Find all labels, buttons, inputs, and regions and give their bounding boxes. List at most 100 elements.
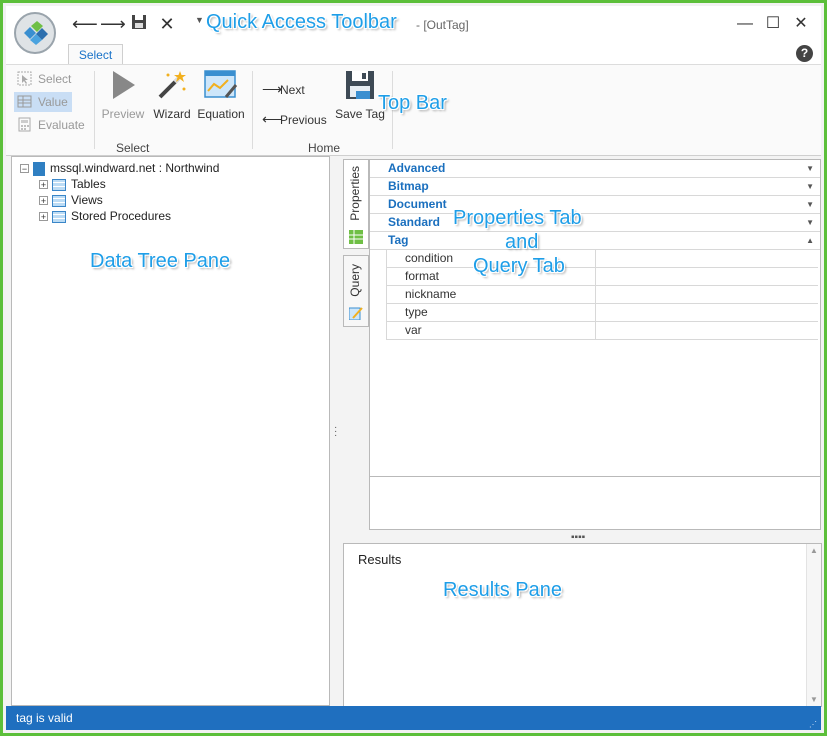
select-button[interactable]: Select (14, 69, 80, 89)
category-label: Bitmap (388, 179, 429, 193)
annotation-results-pane: Results Pane (443, 579, 562, 601)
resize-grip-icon[interactable]: ⋰ (809, 721, 817, 729)
expand-icon[interactable]: + (39, 180, 48, 190)
category-advanced[interactable]: Advanced ▼ (370, 160, 820, 178)
tab-properties-label: Properties (348, 166, 362, 221)
category-standard[interactable]: Standard ▼ (370, 214, 820, 232)
arrow-right-icon: ⟶ (262, 81, 283, 97)
category-label: Advanced (388, 161, 446, 175)
app-window: ⟵ ⟶ ✕ ▼ - [OutTag] — ☐ ✕ Select ? Select (0, 0, 827, 736)
tree-item-label: Views (71, 193, 103, 207)
title-bar: ⟵ ⟶ ✕ ▼ - [OutTag] — ☐ ✕ (6, 6, 821, 42)
save-icon[interactable] (128, 14, 150, 34)
chevron-up-icon[interactable]: ▲ (806, 232, 814, 249)
tree-root-item[interactable]: − mssql.windward.net : Northwind (20, 160, 219, 176)
category-label: Tag (388, 233, 409, 247)
evaluate-button[interactable]: Evaluate (14, 115, 88, 135)
undo-arrow-icon[interactable]: ⟵ (72, 14, 98, 34)
ribbon-group-label-select: Select (116, 141, 150, 155)
vertical-splitter-handle[interactable]: · · · (334, 423, 338, 441)
annotation-data-tree-pane: Data Tree Pane (90, 250, 231, 272)
chevron-down-icon[interactable]: ▼ (806, 196, 814, 213)
arrow-left-icon: ⟵ (262, 111, 283, 127)
category-document[interactable]: Document ▼ (370, 196, 820, 214)
results-title: Results (358, 552, 402, 567)
preview-button[interactable]: Preview (100, 69, 146, 121)
redo-arrow-icon[interactable]: ⟶ (100, 14, 126, 34)
tree-item-label: Tables (71, 177, 106, 191)
table-icon (52, 210, 66, 223)
query-edit-icon (349, 307, 363, 320)
wizard-button-label: Wizard (153, 107, 191, 121)
properties-description-divider (370, 476, 820, 477)
evaluate-button-label: Evaluate (38, 118, 85, 132)
property-name: nickname (405, 287, 457, 301)
select-button-label: Select (38, 72, 72, 86)
expand-icon[interactable]: + (39, 212, 48, 222)
chevron-down-icon[interactable]: ▼ (806, 214, 814, 231)
next-button-label: Next (280, 83, 305, 97)
tab-query-label: Query (348, 264, 362, 297)
value-button[interactable]: Value (14, 92, 72, 112)
property-row-condition[interactable]: condition (386, 250, 818, 268)
equation-button-label: Equation (197, 107, 245, 121)
scroll-down-icon[interactable]: ▼ (810, 695, 818, 704)
tab-select[interactable]: Select (68, 44, 123, 64)
horizontal-splitter-handle[interactable]: ▪▪▪▪ (571, 532, 585, 543)
annotation-and: and (505, 231, 539, 253)
tree-item-tables[interactable]: + Tables (39, 176, 106, 192)
data-tree-pane[interactable]: − mssql.windward.net : Northwind + Tables … (11, 156, 330, 706)
ribbon-separator (94, 71, 95, 149)
play-icon (113, 71, 135, 99)
tree-item-stored-procedures[interactable]: + Stored Procedures (39, 208, 171, 224)
status-bar: tag is valid ⋰ (6, 706, 821, 730)
category-bitmap[interactable]: Bitmap ▼ (370, 178, 820, 196)
tab-properties[interactable]: Properties (343, 159, 369, 249)
property-row-type[interactable]: type (386, 304, 818, 322)
window-close-icon[interactable]: ✕ (791, 15, 811, 33)
property-row-nickname[interactable]: nickname (386, 286, 818, 304)
status-text: tag is valid (16, 711, 73, 725)
help-icon[interactable]: ? (796, 45, 813, 62)
scroll-up-icon[interactable]: ▲ (810, 546, 818, 555)
expand-icon[interactable]: + (39, 196, 48, 206)
equation-button[interactable]: Equation (196, 69, 246, 121)
evaluate-icon (18, 117, 31, 132)
results-scrollbar[interactable]: ▲ ▼ (806, 544, 821, 706)
property-name: var (405, 323, 422, 337)
wizard-button[interactable]: Wizard (150, 69, 194, 121)
save-tag-icon (346, 71, 374, 99)
tree-item-views[interactable]: + Views (39, 192, 103, 208)
properties-grid-icon (349, 230, 363, 244)
table-icon (52, 194, 66, 207)
tree-item-label: Stored Procedures (71, 209, 172, 223)
app-logo-icon[interactable] (14, 12, 56, 54)
collapse-icon[interactable]: − (20, 164, 29, 174)
ribbon-group-label-home: Home (308, 141, 341, 155)
select-icon (17, 71, 32, 86)
previous-button[interactable]: ⟵Previous (262, 110, 327, 128)
window-body: ⟵ ⟶ ✕ ▼ - [OutTag] — ☐ ✕ Select ? Select (6, 6, 822, 730)
qat-customize-dropdown-icon[interactable]: ▼ (195, 15, 204, 25)
property-name: condition (405, 251, 454, 265)
window-title: - [OutTag] (416, 18, 469, 32)
minimize-icon[interactable]: — (735, 15, 755, 33)
equation-icon (204, 70, 238, 98)
tab-query[interactable]: Query (343, 255, 369, 327)
close-x-icon[interactable]: ✕ (156, 14, 178, 34)
property-name: type (405, 305, 428, 319)
properties-pane: Advanced ▼ Bitmap ▼ Document ▼ Standard ▼ Ta… (369, 159, 821, 530)
property-row-var[interactable]: var (386, 322, 818, 340)
magic-wand-icon (158, 71, 186, 99)
category-label: Document (388, 197, 447, 211)
ribbon-tab-row: Select ? (6, 42, 821, 64)
chevron-down-icon[interactable]: ▼ (806, 178, 814, 195)
maximize-icon[interactable]: ☐ (763, 15, 783, 33)
chevron-down-icon[interactable]: ▼ (806, 160, 814, 177)
annotation-query-tab: Query Tab (473, 255, 565, 277)
annotation-top-bar: Top Bar (378, 92, 447, 114)
property-name: format (405, 269, 440, 283)
property-row-format[interactable]: format (386, 268, 818, 286)
category-tag[interactable]: Tag ▲ (370, 232, 820, 250)
next-button[interactable]: ⟶Next (262, 80, 305, 98)
